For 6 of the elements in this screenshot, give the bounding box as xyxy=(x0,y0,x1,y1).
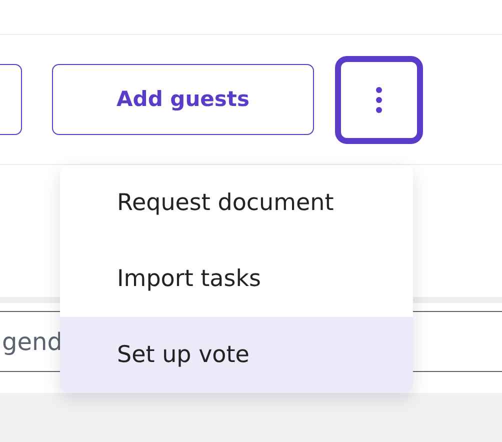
add-guests-button[interactable]: Add guests xyxy=(52,64,314,135)
more-button[interactable] xyxy=(335,56,423,144)
menu-item[interactable]: Request document xyxy=(60,165,413,241)
menu-item[interactable]: Import tasks xyxy=(60,241,413,317)
menu-item[interactable]: Set up vote xyxy=(60,317,413,393)
more-icon xyxy=(375,86,383,114)
